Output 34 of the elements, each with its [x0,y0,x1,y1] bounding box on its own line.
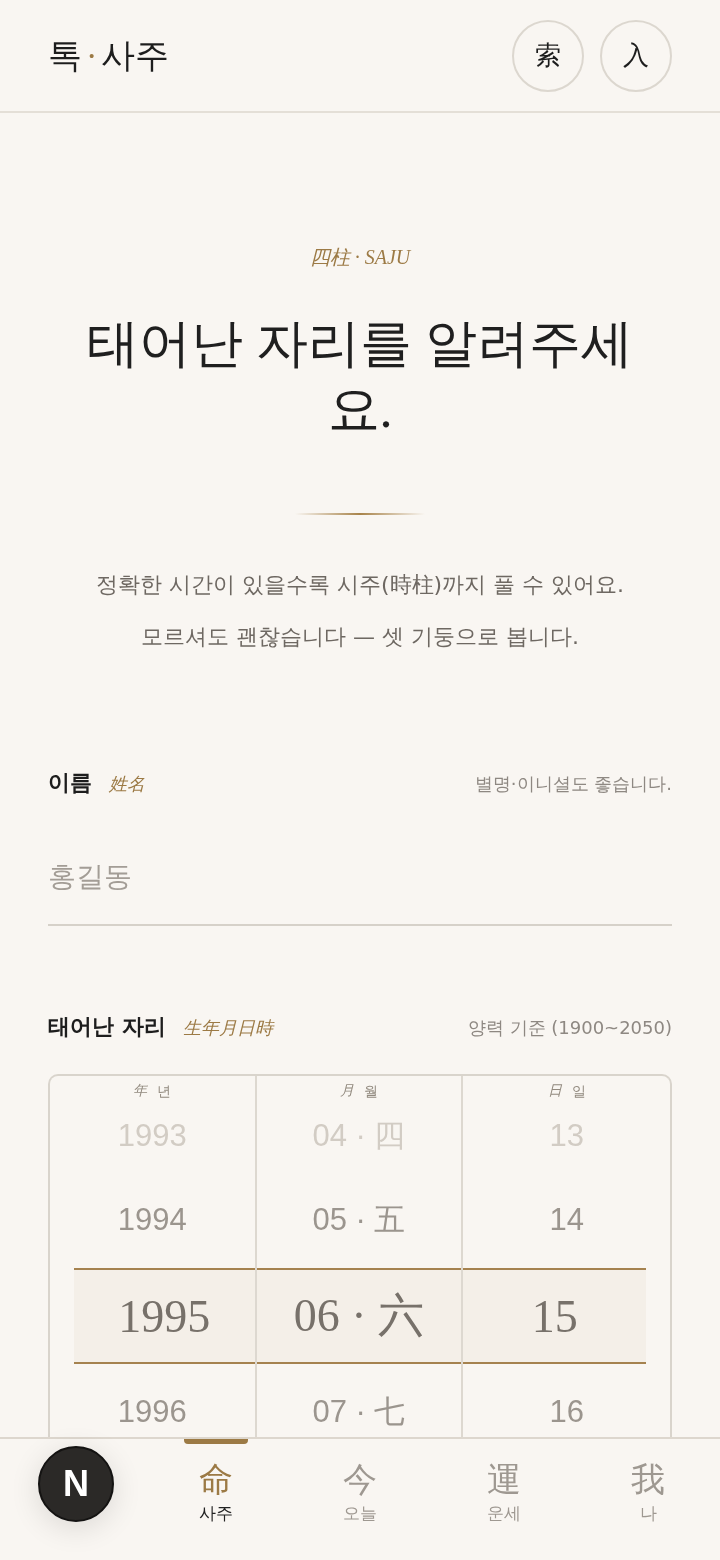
brand-title: 톡·사주 [48,35,170,76]
picker-option[interactable]: 1996 [50,1364,255,1437]
nav-tab[interactable]: 運 운세 [432,1439,576,1560]
intro-text: 모르셔도 괜찮습니다 — 셋 기둥으로 봅니다. [141,623,579,651]
field-hint: 양력 기준 (1900~2050) [467,1016,672,1040]
column-label: 년 [157,1082,172,1100]
column-label: 일 [571,1082,586,1100]
page-title: 태어난 자리를 알려주세요. [86,314,634,440]
picker-option[interactable]: 1995 [74,1268,255,1364]
field-label: 태어난 자리 [48,1013,166,1041]
field-hanja-label: 生年月日時 [182,1017,273,1040]
field-hint: 별명·이니셜도 좋습니다. [474,772,672,796]
section-kicker: 四柱 · SAJU [309,245,411,270]
header-button[interactable]: 索 [512,19,584,92]
picker-option[interactable]: 06 · 六 [256,1268,462,1364]
field-label: 이름 [48,769,92,797]
picker-option[interactable]: 1994 [50,1172,255,1268]
picker-option[interactable]: 15 [463,1268,646,1364]
dev-tools-badge[interactable]: N [38,1446,114,1522]
column-label: 월 [364,1082,378,1100]
nav-tab[interactable]: 今 오늘 [288,1439,432,1560]
intro-text: 정확한 시간이 있을수록 시주(時柱)까지 풀 수 있어요. [95,571,625,599]
nav-tab[interactable]: 我 나 [576,1439,720,1560]
column-hanja-label: 年 [133,1082,148,1100]
nav-tab[interactable]: 命 사주 [144,1439,288,1560]
name-input-field[interactable]: 홍길동 [48,828,672,926]
column-hanja-label: 月 [340,1082,354,1100]
picker-option[interactable]: 05 · 五 [256,1172,462,1268]
picker-option[interactable]: 16 [463,1364,670,1437]
picker-option[interactable]: 14 [463,1172,670,1268]
field-hanja-label: 姓名 [109,773,145,796]
header-button[interactable]: 入 [600,19,672,92]
column-hanja-label: 日 [547,1082,562,1100]
picker-option[interactable]: 07 · 七 [256,1364,462,1437]
